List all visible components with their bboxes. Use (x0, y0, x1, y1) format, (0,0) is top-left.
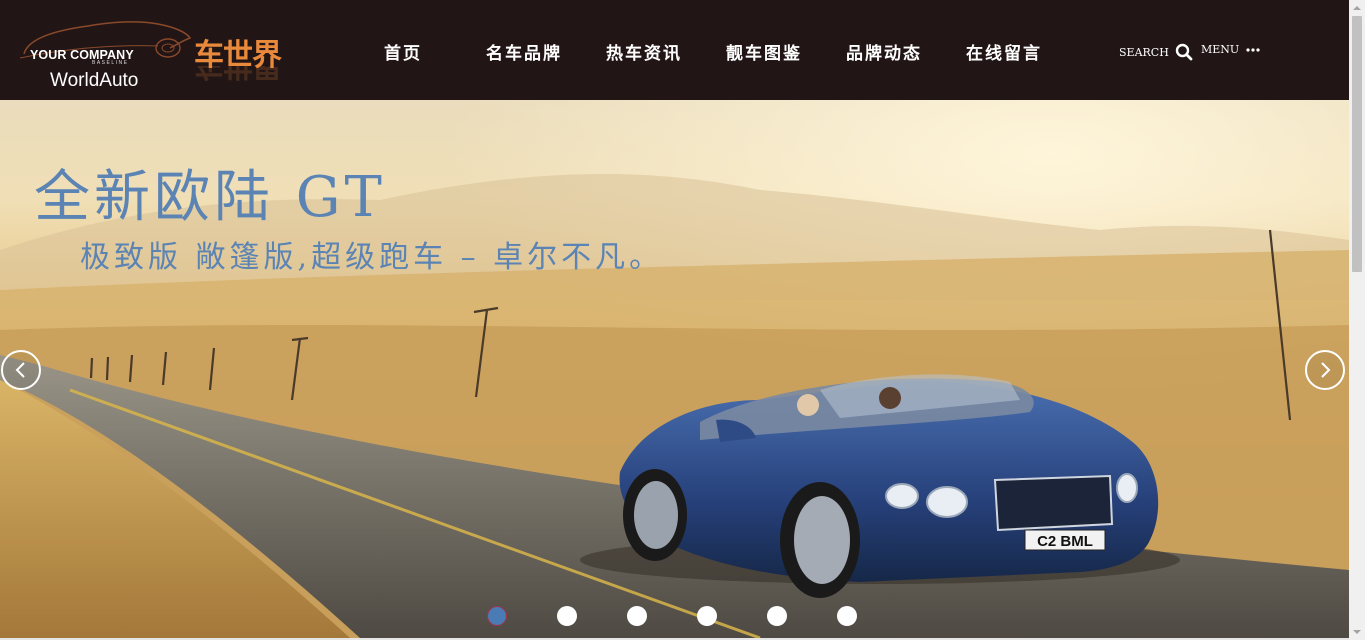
caret-down-icon (1353, 630, 1361, 634)
slide-pagination (0, 606, 1349, 630)
hero-banner: C2 BML 全新欧陆 GT 极致版 敞篷版,超级跑车 – 卓尔不凡。 (0, 100, 1349, 638)
next-slide-button[interactable] (1305, 350, 1345, 390)
banner-title: 全新欧陆 GT (34, 165, 386, 230)
scrollbar-thumb[interactable] (1352, 16, 1362, 272)
slide-dot-1[interactable] (487, 606, 507, 626)
slide-dot-6[interactable] (837, 606, 857, 626)
slide-dot-2[interactable] (557, 606, 577, 626)
search-icon (1175, 43, 1193, 61)
brand-logo[interactable]: YOUR COMPANY BASELINE WorldAuto 车世界 车世界 (18, 14, 308, 94)
chevron-left-icon (15, 362, 25, 378)
search-button[interactable]: SEARCH (1119, 43, 1193, 61)
slide-dot-4[interactable] (697, 606, 717, 626)
banner-subtitle: 极致版 敞篷版,超级跑车 – 卓尔不凡。 (80, 240, 664, 275)
menu-label: MENU (1201, 43, 1240, 56)
nav-item-home[interactable]: 首页 (384, 39, 422, 64)
slide-dot-5[interactable] (767, 606, 787, 626)
prev-slide-button[interactable] (1, 350, 41, 390)
site-header: YOUR COMPANY BASELINE WorldAuto 车世界 车世界 … (0, 0, 1349, 100)
more-dots-icon (1246, 47, 1260, 52)
nav-item-brands[interactable]: 名车品牌 (486, 39, 562, 64)
menu-button[interactable]: MENU (1201, 43, 1261, 56)
logo-baseline-text: BASELINE (92, 60, 129, 66)
chevron-right-icon (1321, 362, 1331, 378)
page-scrollbar[interactable] (1349, 0, 1365, 640)
scroll-down-button[interactable] (1349, 624, 1365, 640)
nav-item-brand-updates[interactable]: 品牌动态 (846, 39, 922, 64)
logo-brand-name: WorldAuto (50, 70, 139, 91)
slide-dot-3[interactable] (627, 606, 647, 626)
nav-item-gallery[interactable]: 靓车图鉴 (726, 39, 802, 64)
nav-item-message[interactable]: 在线留言 (966, 39, 1042, 64)
search-label: SEARCH (1119, 45, 1169, 59)
scroll-up-button[interactable] (1349, 0, 1365, 16)
logo-brand-reflection: 车世界 (194, 66, 281, 90)
license-plate: C2 BML (1037, 533, 1093, 550)
nav-item-news[interactable]: 热车资讯 (606, 39, 682, 64)
caret-up-icon (1353, 6, 1361, 10)
